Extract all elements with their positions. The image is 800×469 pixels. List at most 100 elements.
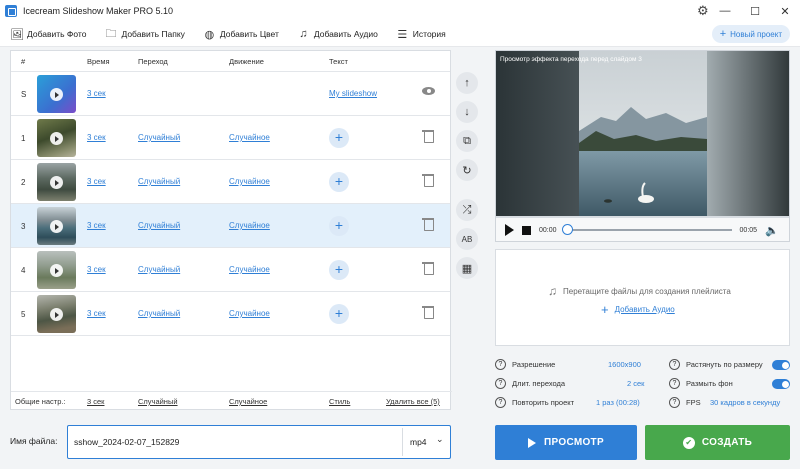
- filename-field[interactable]: mp4 ⌄: [67, 425, 451, 459]
- help-icon[interactable]: ?: [495, 397, 506, 408]
- add-text-button[interactable]: +: [329, 172, 349, 192]
- transition-length-value[interactable]: 2 сек: [627, 379, 644, 388]
- trash-icon[interactable]: [422, 216, 436, 232]
- new-project-label: Новый проект: [730, 29, 782, 39]
- new-project-button[interactable]: + Новый проект: [711, 25, 790, 43]
- project-settings: ? Разрешение 1600x900 ? Длит. перехода 2…: [495, 355, 795, 411]
- add-audio-link[interactable]: + Добавить Аудио: [601, 302, 675, 317]
- play-icon[interactable]: [505, 224, 514, 236]
- row-transition-link[interactable]: Случайный: [138, 133, 180, 142]
- play-icon[interactable]: [50, 264, 63, 277]
- row-motion-link[interactable]: Случайное: [229, 133, 270, 142]
- add-text-button[interactable]: +: [329, 216, 349, 236]
- add-audio-button[interactable]: ♫ Добавить Аудио: [297, 28, 378, 40]
- move-up-icon[interactable]: ↑: [456, 72, 478, 94]
- stop-icon[interactable]: [522, 225, 531, 235]
- audio-playlist-panel[interactable]: ♫ Перетащите файлы для создания плейлист…: [495, 249, 790, 346]
- slide-thumbnail[interactable]: [37, 295, 76, 333]
- row-number: 5: [21, 310, 26, 319]
- help-icon[interactable]: ?: [495, 378, 506, 389]
- slide-thumbnail[interactable]: [37, 207, 76, 245]
- slide-thumbnail[interactable]: [37, 163, 76, 201]
- row-time-link[interactable]: 3 сек: [87, 309, 106, 318]
- table-row[interactable]: 5 3 сек Случайный Случайное +: [11, 292, 450, 336]
- repeat-setting: ? Повторить проект: [495, 397, 574, 408]
- seek-slider[interactable]: [561, 224, 732, 235]
- table-row[interactable]: 1 3 сек Случайный Случайное +: [11, 116, 450, 160]
- add-text-button[interactable]: +: [329, 304, 349, 324]
- seek-handle[interactable]: [561, 224, 573, 235]
- global-motion-link[interactable]: Случайное: [229, 397, 267, 406]
- history-button[interactable]: ☰ История: [396, 28, 445, 41]
- title-bar: Icecream Slideshow Maker PRO 5.10 ⚙ — ☐ …: [0, 0, 800, 22]
- row-transition-link[interactable]: Случайный: [138, 221, 180, 230]
- trash-icon[interactable]: [422, 128, 436, 144]
- help-icon[interactable]: ?: [495, 359, 506, 370]
- shuffle-icon[interactable]: ⤮: [456, 199, 478, 221]
- row-time-link[interactable]: 3 сек: [87, 89, 106, 98]
- add-text-button[interactable]: +: [329, 260, 349, 280]
- row-transition-link[interactable]: Случайный: [138, 265, 180, 274]
- close-button[interactable]: ✕: [770, 5, 800, 18]
- play-icon[interactable]: [50, 176, 63, 189]
- row-time-link[interactable]: 3 сек: [87, 177, 106, 186]
- eye-icon[interactable]: [422, 87, 435, 95]
- create-button[interactable]: ✔ СОЗДАТЬ: [645, 425, 790, 460]
- table-row-selected[interactable]: 3 3 сек Случайный Случайное +: [11, 204, 450, 248]
- row-motion-link[interactable]: Случайное: [229, 265, 270, 274]
- title-thumbnail[interactable]: [37, 75, 76, 113]
- row-time-link[interactable]: 3 сек: [87, 133, 106, 142]
- format-select[interactable]: mp4: [410, 437, 427, 447]
- crop-icon[interactable]: ⧉: [456, 130, 478, 152]
- add-folder-button[interactable]: 🗀 Добавить Папку: [104, 25, 184, 44]
- table-row[interactable]: 2 3 сек Случайный Случайное +: [11, 160, 450, 204]
- film-icon[interactable]: ▦: [456, 257, 478, 279]
- play-icon[interactable]: [50, 308, 63, 321]
- global-time-link[interactable]: 3 сек: [87, 397, 104, 406]
- stretch-toggle[interactable]: [772, 360, 790, 370]
- add-color-button[interactable]: ◍ Добавить Цвет: [203, 28, 279, 41]
- chevron-down-icon[interactable]: ⌄: [436, 434, 444, 445]
- slide-thumbnail[interactable]: [37, 251, 76, 289]
- row-text-link[interactable]: My slideshow: [329, 89, 377, 98]
- trash-icon[interactable]: [422, 260, 436, 276]
- move-down-icon[interactable]: ↓: [456, 101, 478, 123]
- delete-all-link[interactable]: Удалить все (5): [386, 397, 440, 406]
- minimize-button[interactable]: —: [710, 5, 740, 17]
- add-text-button[interactable]: +: [329, 128, 349, 148]
- slide-thumbnail[interactable]: [37, 119, 76, 157]
- play-icon[interactable]: [50, 88, 63, 101]
- maximize-button[interactable]: ☐: [740, 5, 770, 18]
- global-transition-link[interactable]: Случайный: [138, 397, 178, 406]
- fps-value[interactable]: 30 кадров в секунду: [710, 398, 780, 407]
- preview-button[interactable]: ПРОСМОТР: [495, 425, 637, 460]
- text-style-icon[interactable]: AB: [456, 228, 478, 250]
- volume-icon[interactable]: 🔈: [765, 224, 779, 237]
- row-transition-link[interactable]: Случайный: [138, 177, 180, 186]
- rotate-icon[interactable]: ↻: [456, 159, 478, 181]
- resolution-value[interactable]: 1600x900: [608, 360, 641, 369]
- stretch-label: Растянуть по размеру: [686, 360, 763, 369]
- play-icon[interactable]: [50, 132, 63, 145]
- trash-icon[interactable]: [422, 304, 436, 320]
- trash-icon[interactable]: [422, 172, 436, 188]
- row-transition-link[interactable]: Случайный: [138, 309, 180, 318]
- help-icon[interactable]: ?: [669, 359, 680, 370]
- row-motion-link[interactable]: Случайное: [229, 221, 270, 230]
- filename-input[interactable]: [74, 437, 394, 447]
- repeat-value[interactable]: 1 раз (00:28): [596, 398, 640, 407]
- row-time-link[interactable]: 3 сек: [87, 221, 106, 230]
- blur-toggle[interactable]: [772, 379, 790, 389]
- help-icon[interactable]: ?: [669, 397, 680, 408]
- play-icon[interactable]: [50, 220, 63, 233]
- audio-hint-text: Перетащите файлы для создания плейлиста: [563, 286, 731, 296]
- help-icon[interactable]: ?: [669, 378, 680, 389]
- gear-icon[interactable]: ⚙: [697, 3, 709, 19]
- row-motion-link[interactable]: Случайное: [229, 309, 270, 318]
- table-row[interactable]: S 3 сек My slideshow: [11, 72, 450, 116]
- row-time-link[interactable]: 3 сек: [87, 265, 106, 274]
- add-photo-button[interactable]: 🖼 Добавить Фото: [10, 28, 86, 41]
- table-row[interactable]: 4 3 сек Случайный Случайное +: [11, 248, 450, 292]
- row-motion-link[interactable]: Случайное: [229, 177, 270, 186]
- style-link[interactable]: Стиль: [329, 397, 350, 406]
